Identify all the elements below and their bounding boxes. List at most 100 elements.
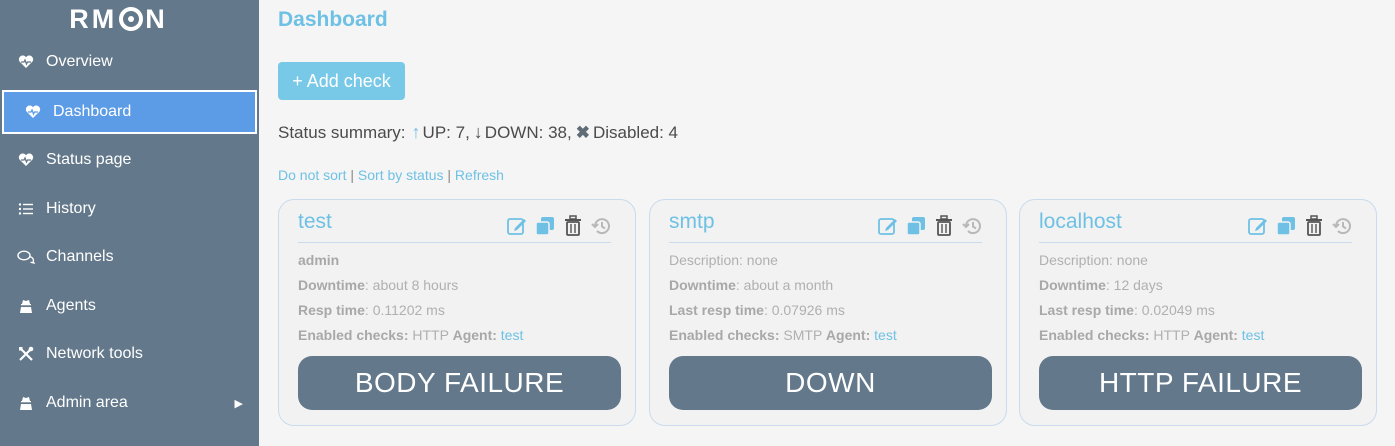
agent-label: Agent: — [1193, 327, 1238, 343]
close-icon: ✖ — [575, 122, 590, 142]
list-icon — [16, 202, 36, 216]
resp-time-value: : 0.11202 ms — [364, 302, 445, 318]
resp-time-label: Last resp time — [1039, 302, 1134, 318]
description-text: Description: none — [1039, 252, 1148, 268]
checks-value: HTTP — [1149, 327, 1194, 343]
sort-links: Do not sort | Sort by status | Refresh — [278, 167, 504, 183]
resp-time-label: Last resp time — [669, 302, 764, 318]
status-summary-down: DOWN: 38, — [484, 122, 572, 142]
check-name-link[interactable]: test — [298, 210, 332, 234]
trash-icon[interactable] — [561, 214, 585, 238]
agent-icon — [16, 299, 36, 314]
downtime-line: Downtime: about a month — [669, 277, 833, 293]
do-not-sort-link[interactable]: Do not sort — [278, 167, 346, 183]
check-name-link[interactable]: smtp — [669, 210, 715, 234]
downtime-line: Downtime: about 8 hours — [298, 277, 458, 293]
agent-link[interactable]: test — [501, 327, 524, 343]
check-name-link[interactable]: localhost — [1039, 210, 1122, 234]
heart-pulse-icon — [16, 153, 36, 167]
refresh-link[interactable]: Refresh — [455, 167, 504, 183]
arrow-up-icon: ↑ — [411, 122, 421, 142]
checks-line: Enabled checks: HTTP Agent: test — [298, 327, 523, 343]
resp-time-value: : 0.07926 ms — [763, 302, 845, 318]
downtime-label: Downtime — [298, 277, 365, 293]
sidebar-item-label: Overview — [46, 53, 113, 70]
status-summary-disabled: Disabled: 4 — [592, 122, 679, 142]
sidebar-item-label: Dashboard — [53, 103, 132, 120]
agent-icon — [16, 396, 36, 411]
status-button[interactable]: HTTP FAILURE — [1039, 356, 1362, 410]
logo-text-left: RM — [69, 3, 118, 34]
history-icon[interactable] — [1330, 214, 1354, 238]
sidebar-item-agents[interactable]: Agents — [0, 282, 259, 330]
logo[interactable]: RM N — [0, 0, 259, 38]
caret-right-icon: ▶ — [234, 397, 243, 410]
divider — [669, 242, 982, 243]
sidebar-item-channels[interactable]: Channels — [0, 233, 259, 281]
checks-label: Enabled checks: — [669, 327, 780, 343]
copy-icon[interactable] — [1274, 214, 1298, 238]
downtime-line: Downtime: 12 days — [1039, 277, 1163, 293]
card-actions — [505, 214, 617, 238]
sidebar-item-admin-area[interactable]: Admin area ▶ — [0, 379, 259, 427]
status-summary-label: Status summary: — [278, 122, 406, 142]
sidebar-item-dashboard[interactable]: Dashboard — [2, 90, 257, 134]
add-check-button[interactable]: + Add check — [278, 62, 405, 100]
divider — [298, 242, 611, 243]
checks-label: Enabled checks: — [298, 327, 409, 343]
resp-time-line: Resp time: 0.11202 ms — [298, 302, 445, 318]
checks-value: SMTP — [779, 327, 826, 343]
edit-icon[interactable] — [1246, 214, 1270, 238]
logo-text-right: N — [145, 3, 168, 34]
checks-line: Enabled checks: HTTP Agent: test — [1039, 327, 1264, 343]
history-icon[interactable] — [960, 214, 984, 238]
checks-label: Enabled checks: — [1039, 327, 1150, 343]
sidebar-item-label: Channels — [46, 248, 114, 265]
heart-pulse-icon — [16, 55, 36, 69]
resp-time-value: : 0.02049 ms — [1133, 302, 1215, 318]
divider — [1039, 242, 1352, 243]
status-button[interactable]: BODY FAILURE — [298, 356, 621, 410]
card-actions — [876, 214, 988, 238]
heart-pulse-icon — [23, 105, 43, 119]
chat-icon — [16, 250, 36, 264]
edit-icon[interactable] — [505, 214, 529, 238]
copy-icon[interactable] — [533, 214, 557, 238]
description-line: admin — [298, 252, 339, 268]
checks-value: HTTP — [408, 327, 453, 343]
check-card: smtp Description: none Downtime: about a… — [649, 199, 1007, 426]
downtime-label: Downtime — [669, 277, 736, 293]
agent-link[interactable]: test — [1242, 327, 1265, 343]
sidebar-item-network-tools[interactable]: Network tools — [0, 330, 259, 378]
sidebar-item-label: History — [46, 200, 96, 217]
status-summary: Status summary: ↑ UP: 7, ↓ DOWN: 38, ✖ D… — [278, 122, 678, 143]
status-summary-up: UP: 7, — [422, 122, 470, 142]
agent-link[interactable]: test — [874, 327, 897, 343]
arrow-down-icon: ↓ — [473, 122, 483, 142]
page-title: Dashboard — [278, 8, 388, 31]
sidebar-item-overview[interactable]: Overview — [0, 38, 259, 86]
separator: | — [447, 167, 452, 183]
check-card: test admin Downtime: about 8 hours Resp … — [278, 199, 636, 426]
owner-text: admin — [298, 252, 340, 268]
trash-icon[interactable] — [1302, 214, 1326, 238]
downtime-value: : about 8 hours — [364, 277, 459, 293]
trash-icon[interactable] — [932, 214, 956, 238]
check-card: localhost Description: none Downtime: 12… — [1019, 199, 1377, 426]
downtime-value: : about a month — [735, 277, 834, 293]
separator: | — [350, 167, 355, 183]
sidebar-item-history[interactable]: History — [0, 185, 259, 233]
edit-icon[interactable] — [876, 214, 900, 238]
sidebar-item-status-page[interactable]: Status page — [0, 136, 259, 184]
logo-ring-icon — [119, 7, 144, 31]
agent-label: Agent: — [825, 327, 871, 343]
sidebar-item-label: Admin area — [46, 394, 128, 411]
status-button[interactable]: DOWN — [669, 356, 992, 410]
copy-icon[interactable] — [904, 214, 928, 238]
resp-time-line: Last resp time: 0.07926 ms — [669, 302, 845, 318]
description-line: Description: none — [1039, 252, 1148, 268]
history-icon[interactable] — [589, 214, 613, 238]
sort-by-status-link[interactable]: Sort by status — [358, 167, 444, 183]
downtime-value: : 12 days — [1105, 277, 1163, 293]
card-actions — [1246, 214, 1358, 238]
